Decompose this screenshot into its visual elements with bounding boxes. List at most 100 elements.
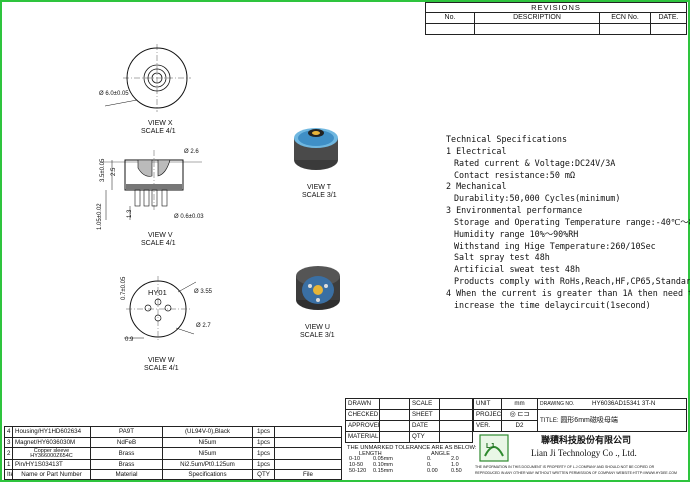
bom-cell-material: PA9T xyxy=(90,426,163,438)
bom-header-spec: Specifications xyxy=(162,469,253,480)
company-name-cn: 聯積科技股份有限公司 xyxy=(541,435,632,445)
tb-title-label: TITLE: xyxy=(540,416,559,424)
view-v-dim-pin: 1.3 xyxy=(127,209,133,218)
bom-cell-qty: 1pcs xyxy=(252,447,275,460)
bom-row: 2 Copper sleeve HY366000Z654C Brass Ni5um 1p… xyxy=(4,447,342,460)
revisions-table: REVISIONS No. DESCRIPTION ECN No. DATE. xyxy=(425,2,687,35)
bom-header-part: Name or Part Number xyxy=(12,469,91,480)
view-w-dim-pin: 0.7±0.05 xyxy=(121,276,127,300)
title-block-left: DRAWN SCALE CHECKED SHEET APPROVED DATE MAT… xyxy=(345,398,473,443)
view-x-drawing xyxy=(104,44,191,112)
view-x-name: VIEW X xyxy=(148,120,173,127)
spec-line: 4 When the current is greater than 1A th… xyxy=(446,287,690,298)
spec-line: Storage and Operating Temperature range:… xyxy=(454,216,690,227)
view-w-dim-offset: 0.9 xyxy=(125,337,134,343)
view-v-dim-inner: 2.5 xyxy=(111,167,117,176)
tb-date: DATE xyxy=(409,420,440,432)
bom-cell-spec: Ni2.5um/Pt0.125um xyxy=(162,458,253,471)
view-x-dim: Ø 6.0±0.05 xyxy=(99,91,129,97)
tb-ver-val: D2 xyxy=(501,420,538,432)
spec-line: Humidity range 10%～90%RH xyxy=(454,228,579,239)
bom-cell-qty: 1pcs xyxy=(252,436,275,449)
bom-cell-material: Brass xyxy=(90,458,163,471)
tolerance-cell: 0.15mm xyxy=(373,468,393,474)
view-v-dim-dia: Ø 2.6 xyxy=(184,149,199,155)
spec-lines: 1 Electrical Rated current & Voltage:DC24… xyxy=(446,145,690,312)
spec-line: increase the time delaycircuit(1second) xyxy=(454,299,651,310)
tb-ver: VER. xyxy=(473,420,502,432)
bom-cell-part: Housing/HY1HD602634 xyxy=(12,426,91,438)
bom-header-no: Item xyxy=(4,469,13,480)
rev-col-ecn: ECN No. xyxy=(599,12,651,24)
tolerance-row: 50-120 0.15mm 0.00 0.50 xyxy=(347,468,471,474)
bom-cell-spec: Ni5um xyxy=(162,436,253,449)
bom-row: 1 Pin/HY1S03413T Brass Ni2.5um/Pt0.125um 1pc… xyxy=(4,458,342,471)
bom-cell-no: 4 xyxy=(4,426,13,438)
bom-cell-no: 2 xyxy=(4,447,13,460)
rev-col-no: No. xyxy=(425,12,475,24)
bom-cell-material: Brass xyxy=(90,447,163,460)
revisions-title: REVISIONS xyxy=(425,2,687,13)
view-t-name: VIEW T xyxy=(307,184,331,191)
view-t-render xyxy=(294,128,338,170)
tolerance-cell: 50-120 xyxy=(349,468,367,474)
tb-sheet: SHEET xyxy=(409,409,440,421)
view-u-name: VIEW U xyxy=(305,324,330,331)
tolerance-cell: 0.50 xyxy=(451,468,462,474)
view-v-dim-pin-dia: Ø 0.6±0.03 xyxy=(174,214,204,220)
view-w-dim-outer: Ø 3.55 xyxy=(194,289,213,295)
spec-line: 1 Electrical xyxy=(446,145,507,156)
view-t-scale: SCALE 3/1 xyxy=(302,192,337,199)
bom-cell-part: Copper sleeve HY366000Z654C xyxy=(12,447,91,460)
spec-title: Technical Specifications xyxy=(446,134,568,144)
spec-line: 2 Mechanical xyxy=(446,181,507,192)
tb-dwg-label: DRAWING NO. xyxy=(540,400,575,407)
tb-checked: CHECKED xyxy=(345,409,380,421)
tolerance-rows: 0-10 0.05mm 0. 2.0 10-50 0.10mm 0. 1.0 50-120 0.1… xyxy=(347,456,471,474)
bom-cell-qty: 1pcs xyxy=(252,458,275,471)
bom-header-extra: File xyxy=(274,469,342,480)
view-v-scale: SCALE 4/1 xyxy=(141,240,176,247)
spec-line: Salt spray test 48h xyxy=(454,252,550,263)
spec-line: Withstand ing Hige Temperature:260/10Sec xyxy=(454,240,656,251)
tb-unit-val: mm xyxy=(501,398,538,410)
bom-cell-part: Magnet/HY6036030M xyxy=(12,436,91,449)
tolerance-cell: 0.00 xyxy=(427,468,438,474)
bom-row: 3 Magnet/HY6036030M NdFeB Ni5um 1pcs xyxy=(4,436,342,449)
company-name-en: Lian Ji Technology Co ., Ltd. xyxy=(531,448,637,458)
view-v-dim-height: 3.5±0.05 xyxy=(100,158,106,182)
bom-row: 4 Housing/HY1HD602634 PA9T (UL94V-0),Black 1… xyxy=(4,426,342,438)
tb-scale: SCALE xyxy=(409,398,440,410)
bom-table: 4 Housing/HY1HD602634 PA9T (UL94V-0),Black 1… xyxy=(4,426,342,480)
title-block-right: UNIT mm DRAWING NO. HY6036AD15341 3T-N PRO… xyxy=(473,398,687,432)
tb-unit: UNIT xyxy=(473,398,502,410)
view-w-marking: HY01 xyxy=(148,288,167,297)
notice-line-2: REPRODUCED IN ANY OTHER WAY WITHOUT WRIT… xyxy=(475,471,677,475)
tb-drawn: DRAWN xyxy=(345,398,380,410)
tb-qty: QTY xyxy=(409,431,440,443)
spec-line: Artificial sweat test 48h xyxy=(454,264,581,275)
tb-title-val: 圆形6mm磁吸母端 xyxy=(560,416,618,424)
bom-cell-part: Pin/HY1S03413T xyxy=(12,458,91,471)
tb-approved: APPROVED xyxy=(345,420,380,432)
view-v-dim-total: 1.05±0.02 xyxy=(97,203,103,230)
technical-specifications: Technical Specifications 1 Electrical Rat… xyxy=(446,134,690,312)
spec-line: Contact resistance:50 mΩ xyxy=(454,169,576,180)
view-v-name: VIEW V xyxy=(148,232,173,239)
bom-cell-spec: (UL94V-0),Black xyxy=(162,426,253,438)
spec-line: Durability:50,000 Cycles(minimum) xyxy=(454,193,621,204)
bom-cell-material: NdFeB xyxy=(90,436,163,449)
view-u-render xyxy=(296,266,340,310)
view-w-scale: SCALE 4/1 xyxy=(144,365,179,372)
bom-cell-qty: 1pcs xyxy=(252,426,275,438)
tb-dwg-no: HY6036AD15341 3T-N xyxy=(592,399,656,407)
bom-cell-no: 3 xyxy=(4,436,13,449)
view-x-scale: SCALE 4/1 xyxy=(141,128,176,135)
bom-header: ItemName or Part NumberMaterialSpecifica… xyxy=(4,469,342,480)
bom-header-qty: QTY xyxy=(252,469,275,480)
drawing-sheet: REVISIONS No. DESCRIPTION ECN No. DATE. … xyxy=(0,0,690,482)
bom-cell-spec: Ni5um xyxy=(162,447,253,460)
view-u-scale: SCALE 3/1 xyxy=(300,332,335,339)
spec-line: Products comply with RoHs,Reach,HF,CP65,… xyxy=(454,276,690,287)
spec-line: 3 Environmental performance xyxy=(446,205,583,216)
